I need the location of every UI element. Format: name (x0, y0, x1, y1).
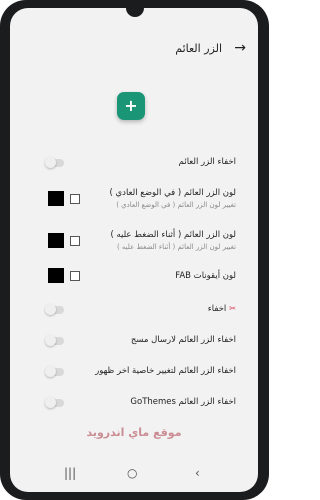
setting-row-hide-last-seen[interactable]: اخفاء الزر العائم لتغيير خاصية اخر ظهور (10, 362, 258, 382)
system-navbar: ||| ○ ‹ (10, 464, 258, 488)
setting-label: اخفاء الزر العائم (178, 157, 236, 167)
setting-label: اخفاء الزر العائم لتغيير خاصية اخر ظهور (95, 366, 236, 376)
camera-notch (126, 8, 144, 17)
setting-sublabel: تغيير لون الزر العائم ( أثناء الضغط عليه… (116, 243, 236, 251)
setting-row-hide-gothemes[interactable]: اخفاء الزر العائم GoThemes (10, 393, 258, 413)
toggle-switch[interactable] (45, 366, 64, 377)
screen: الزر العائم → + اخفاء الزر العائم لون ال… (10, 8, 258, 492)
setting-row-fab-icon-color[interactable]: لون أيقونات FAB (10, 266, 258, 286)
color-swatch[interactable] (48, 268, 64, 283)
toggle-switch[interactable] (45, 157, 64, 168)
phone-frame: الزر العائم → + اخفاء الزر العائم لون ال… (0, 0, 269, 500)
setting-row-normal-color[interactable]: لون الزر العائم ( في الوضع العادي ) تغيي… (10, 188, 258, 216)
color-swatch[interactable] (48, 191, 64, 206)
setting-label-text: اخفاء (207, 304, 227, 314)
checkbox[interactable] (70, 271, 80, 281)
arrow-right-icon[interactable]: → (234, 40, 246, 56)
setting-row-hide-scissors[interactable]: ✂اخفاء (10, 300, 258, 320)
floating-action-button[interactable]: + (117, 92, 145, 120)
setting-row-hide-fab[interactable]: اخفاء الزر العائم (10, 153, 258, 173)
checkbox[interactable] (70, 236, 80, 246)
setting-row-hide-send-message[interactable]: اخفاء الزر العائم لارسال مسج (10, 331, 258, 351)
toggle-switch[interactable] (45, 397, 64, 408)
home-icon[interactable]: ○ (127, 466, 137, 480)
scissors-icon: ✂ (229, 304, 236, 313)
checkbox[interactable] (70, 194, 80, 204)
back-icon[interactable]: ‹ (195, 466, 200, 480)
toggle-switch[interactable] (45, 335, 64, 346)
recents-icon[interactable]: ||| (64, 466, 76, 480)
setting-sublabel: تغيير لون الزر العائم ( في الوضع العادي … (116, 201, 236, 209)
setting-label: ✂اخفاء (208, 304, 236, 314)
page-title: الزر العائم (175, 42, 222, 55)
setting-label: لون الزر العائم ( أثناء الضغط عليه ) (110, 230, 236, 240)
setting-row-pressed-color[interactable]: لون الزر العائم ( أثناء الضغط عليه ) تغي… (10, 230, 258, 258)
setting-label: اخفاء الزر العائم GoThemes (130, 397, 236, 407)
setting-label: لون أيقونات FAB (175, 271, 236, 281)
setting-label: اخفاء الزر العائم لارسال مسج (130, 335, 236, 345)
toggle-switch[interactable] (45, 304, 64, 315)
setting-label: لون الزر العائم ( في الوضع العادي ) (109, 188, 237, 198)
watermark: موقع ماي اندرويد (86, 426, 182, 439)
color-swatch[interactable] (48, 233, 64, 248)
app-bar: الزر العائم → (10, 34, 258, 70)
